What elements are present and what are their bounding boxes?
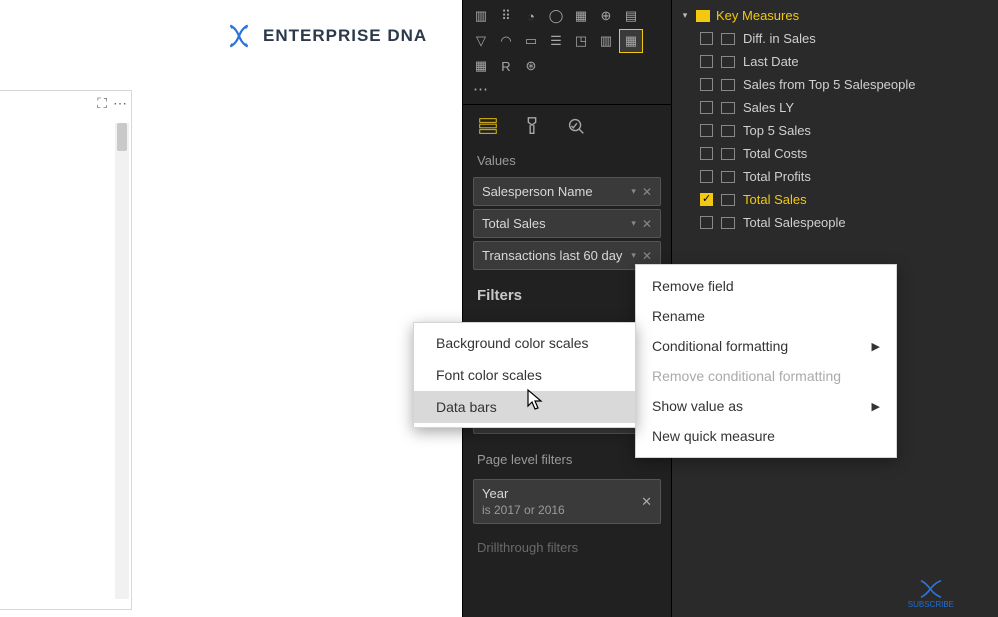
viz-treemap-icon[interactable]: ▦ [569,4,593,28]
viz-globe-icon[interactable]: ⊕ [594,4,618,28]
field-context-menu: Remove fieldRenameConditional formatting… [635,264,897,458]
viz-pie-icon[interactable]: ◔ [519,4,543,28]
checkbox[interactable] [700,124,713,137]
field-sales-ly[interactable]: Sales LY [672,96,998,119]
menu-bg-color-scales[interactable]: Background color scales [414,327,635,359]
remove-field-icon[interactable]: ✕ [642,217,652,231]
dna-small-icon [917,579,945,599]
year-filter-name: Year [482,486,641,501]
brand-text: ENTERPRISE DNA [263,26,427,46]
remove-filter-icon[interactable]: ✕ [641,494,652,510]
format-tabs [463,104,671,145]
checkbox[interactable] [700,216,713,229]
measure-icon [721,56,735,68]
viz-table-icon[interactable]: ▦ [619,29,643,53]
checkbox[interactable] [700,55,713,68]
viz-matrix-icon[interactable]: ▦ [469,54,493,78]
menu-new-quick-measure[interactable]: New quick measure [636,421,896,451]
drillthrough-label: Drillthrough filters [463,532,671,561]
menu-font-color-scales[interactable]: Font color scales [414,359,635,391]
value-field-2[interactable]: Transactions last 60 day▾✕ [473,241,661,270]
menu-rename[interactable]: Rename [636,301,896,331]
value-field-0[interactable]: Salesperson Name▾✕ [473,177,661,206]
collapse-icon[interactable]: ▾ [680,10,690,21]
checkbox[interactable] [700,193,713,206]
values-label: Values [463,145,671,174]
chevron-down-icon[interactable]: ▾ [631,186,636,197]
value-field-1[interactable]: Total Sales▾✕ [473,209,661,238]
field-last-date[interactable]: Last Date [672,50,998,73]
field-top-5-sales[interactable]: Top 5 Sales [672,119,998,142]
table-key-measures[interactable]: ▾ Key Measures [672,4,998,27]
chevron-down-icon[interactable]: ▾ [631,218,636,229]
viz-gauge-icon[interactable]: ◠ [494,29,518,53]
menu-conditional-formatting[interactable]: Conditional formatting▶ [636,331,896,361]
more-options-icon[interactable]: ⋯ [113,95,127,112]
checkbox[interactable] [700,32,713,45]
viz-stacked-column-icon[interactable]: ⠿ [494,4,518,28]
canvas-scrollbar[interactable]: ▴ [115,123,129,599]
viz-filled-map-icon[interactable]: ▤ [619,4,643,28]
viz-card-icon[interactable]: ▭ [519,29,543,53]
checkbox[interactable] [700,101,713,114]
menu-show-value-as[interactable]: Show value as▶ [636,391,896,421]
checkbox[interactable] [700,78,713,91]
viz-stacked-bar-icon[interactable]: ▥ [469,4,493,28]
report-canvas[interactable]: ⛶ ⋯ ▴ [0,90,132,610]
checkbox[interactable] [700,170,713,183]
viz-arcgis-icon[interactable]: ⊛ [519,54,543,78]
chevron-right-icon: ▶ [872,400,880,413]
viz-type-picker: ▥ ⠿ ◔ ◯ ▦ ⊕ ▤ ▽ ◠ ▭ ☰ ◳ ▥ ▦ ▦ R ⊛ [463,0,671,80]
field-total-salespeople[interactable]: Total Salespeople [672,211,998,234]
format-tab-icon[interactable] [521,115,543,137]
chevron-right-icon: ▶ [872,340,880,353]
remove-field-icon[interactable]: ✕ [642,185,652,199]
scroll-thumb[interactable] [117,123,127,151]
checkbox[interactable] [700,147,713,160]
table-icon [696,10,710,22]
measure-icon [721,148,735,160]
measure-icon [721,125,735,137]
menu-remove-conditional-formatting: Remove conditional formatting [636,361,896,391]
menu-data-bars[interactable]: Data bars [414,391,635,423]
viz-donut-icon[interactable]: ◯ [544,4,568,28]
measure-icon [721,194,735,206]
fields-tab-icon[interactable] [477,115,499,137]
viz-slicer-icon[interactable]: ▥ [594,29,618,53]
menu-remove-field[interactable]: Remove field [636,271,896,301]
field-total-profits[interactable]: Total Profits [672,165,998,188]
field-sales-from-top-5-salespeople[interactable]: Sales from Top 5 Salespeople [672,73,998,96]
viz-more-icon[interactable]: ⋯ [463,80,671,104]
viz-kpi-icon[interactable]: ◳ [569,29,593,53]
measure-icon [721,33,735,45]
measure-icon [721,171,735,183]
viz-multirow-icon[interactable]: ☰ [544,29,568,53]
field-total-costs[interactable]: Total Costs [672,142,998,165]
remove-field-icon[interactable]: ✕ [642,249,652,263]
year-filter-cond: is 2017 or 2016 [482,503,641,517]
page-filter-year[interactable]: Year is 2017 or 2016 ✕ [473,479,661,524]
analytics-tab-icon[interactable] [565,115,587,137]
focus-mode-icon[interactable]: ⛶ [97,95,107,112]
chevron-down-icon[interactable]: ▾ [631,250,636,261]
dna-icon [225,22,253,50]
measure-icon [721,102,735,114]
viz-funnel-icon[interactable]: ▽ [469,29,493,53]
brand-logo: ENTERPRISE DNA [225,22,427,50]
field-diff-in-sales[interactable]: Diff. in Sales [672,27,998,50]
viz-r-icon[interactable]: R [494,54,518,78]
conditional-formatting-submenu: Background color scales Font color scale… [413,322,636,428]
measure-icon [721,217,735,229]
measure-icon [721,79,735,91]
field-total-sales[interactable]: Total Sales [672,188,998,211]
subscribe-badge[interactable]: SUBSCRIBE [908,579,954,609]
